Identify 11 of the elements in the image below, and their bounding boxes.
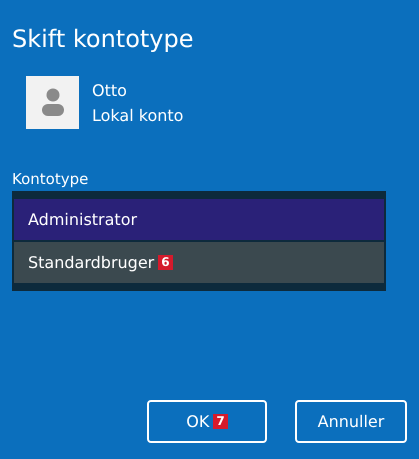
account-type: Lokal konto [92, 104, 184, 126]
dialog-button[interactable]: Annuller [295, 400, 407, 443]
account-name: Otto [92, 80, 128, 102]
number-badge: 7 [213, 414, 228, 429]
field-label: Kontotype [12, 169, 90, 189]
window-title: Skift kontotype [12, 24, 195, 55]
avatar-icon [26, 76, 79, 129]
number-badge: 6 [158, 255, 173, 270]
list-option[interactable]: Standardbruger [28, 253, 154, 272]
dialog-button[interactable]: OK 7 [147, 400, 267, 443]
list-option[interactable]: Administrator [28, 210, 138, 229]
